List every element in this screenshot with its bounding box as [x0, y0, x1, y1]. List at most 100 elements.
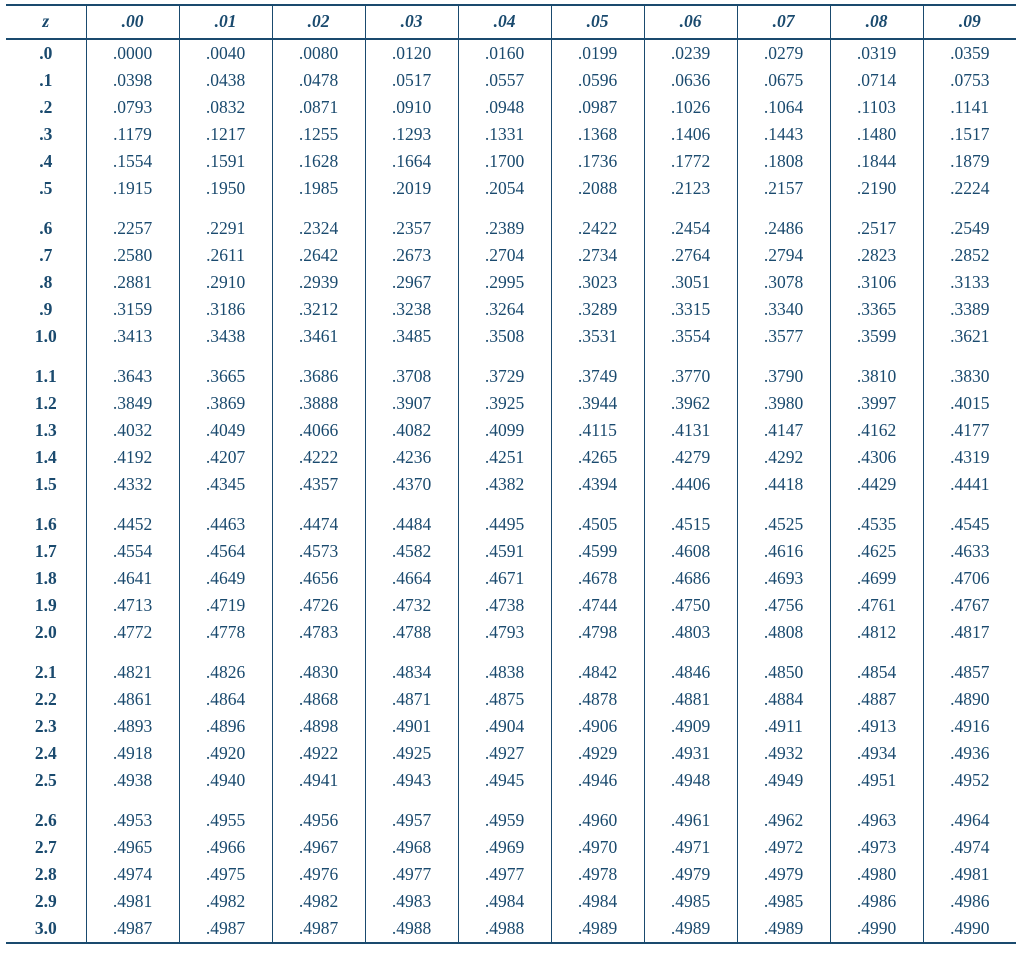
cell-value: .3729 [458, 363, 551, 390]
cell-value: .1591 [179, 148, 272, 175]
cell-value: .2157 [737, 175, 830, 215]
cell-value: .2642 [272, 242, 365, 269]
row-header-z: 1.7 [6, 538, 86, 565]
cell-value: .4952 [923, 767, 1016, 807]
cell-value: .1879 [923, 148, 1016, 175]
cell-value: .4918 [86, 740, 179, 767]
cell-value: .4788 [365, 619, 458, 659]
cell-value: .0398 [86, 67, 179, 94]
cell-value: .2823 [830, 242, 923, 269]
cell-value: .4965 [86, 834, 179, 861]
cell-value: .4591 [458, 538, 551, 565]
cell-value: .4938 [86, 767, 179, 807]
column-header: .00 [86, 5, 179, 39]
row-header-z: .5 [6, 175, 86, 215]
cell-value: .2123 [644, 175, 737, 215]
cell-value: .0160 [458, 39, 551, 67]
cell-value: .4956 [272, 807, 365, 834]
cell-value: .4671 [458, 565, 551, 592]
cell-value: .4920 [179, 740, 272, 767]
cell-value: .3531 [551, 323, 644, 363]
cell-value: .0793 [86, 94, 179, 121]
cell-value: .4834 [365, 659, 458, 686]
cell-value: .4842 [551, 659, 644, 686]
cell-value: .0596 [551, 67, 644, 94]
cell-value: .4983 [365, 888, 458, 915]
cell-value: .1517 [923, 121, 1016, 148]
cell-value: .4854 [830, 659, 923, 686]
cell-value: .3599 [830, 323, 923, 363]
cell-value: .4977 [365, 861, 458, 888]
cell-value: .4941 [272, 767, 365, 807]
row-header-z: 2.3 [6, 713, 86, 740]
cell-value: .3508 [458, 323, 551, 363]
cell-value: .4975 [179, 861, 272, 888]
cell-value: .3980 [737, 390, 830, 417]
cell-value: .4515 [644, 511, 737, 538]
cell-value: .4977 [458, 861, 551, 888]
cell-value: .4177 [923, 417, 1016, 444]
cell-value: .0517 [365, 67, 458, 94]
cell-value: .4032 [86, 417, 179, 444]
cell-value: .1179 [86, 121, 179, 148]
cell-value: .3238 [365, 296, 458, 323]
cell-value: .4484 [365, 511, 458, 538]
cell-value: .2291 [179, 215, 272, 242]
table-row: 1.2.3849.3869.3888.3907.3925.3944.3962.3… [6, 390, 1016, 417]
cell-value: .4966 [179, 834, 272, 861]
cell-value: .3770 [644, 363, 737, 390]
cell-value: .4945 [458, 767, 551, 807]
cell-value: .1772 [644, 148, 737, 175]
cell-value: .2454 [644, 215, 737, 242]
cell-value: .4554 [86, 538, 179, 565]
cell-value: .4963 [830, 807, 923, 834]
cell-value: .4968 [365, 834, 458, 861]
row-header-z: .7 [6, 242, 86, 269]
table-row: .5.1915.1950.1985.2019.2054.2088.2123.21… [6, 175, 1016, 215]
cell-value: .4292 [737, 444, 830, 471]
cell-value: .4738 [458, 592, 551, 619]
table-row: 1.5.4332.4345.4357.4370.4382.4394.4406.4… [6, 471, 1016, 511]
cell-value: .0239 [644, 39, 737, 67]
cell-value: .4772 [86, 619, 179, 659]
cell-value: .4936 [923, 740, 1016, 767]
cell-value: .0753 [923, 67, 1016, 94]
table-row: 1.3.4032.4049.4066.4082.4099.4115.4131.4… [6, 417, 1016, 444]
cell-value: .4732 [365, 592, 458, 619]
cell-value: .1628 [272, 148, 365, 175]
row-header-z: 2.1 [6, 659, 86, 686]
cell-value: .4222 [272, 444, 365, 471]
table-row: 2.9.4981.4982.4982.4983.4984.4984.4985.4… [6, 888, 1016, 915]
cell-value: .2764 [644, 242, 737, 269]
cell-value: .0279 [737, 39, 830, 67]
cell-value: .2088 [551, 175, 644, 215]
cell-value: .4463 [179, 511, 272, 538]
cell-value: .4974 [86, 861, 179, 888]
cell-value: .4452 [86, 511, 179, 538]
cell-value: .4713 [86, 592, 179, 619]
cell-value: .4961 [644, 807, 737, 834]
row-header-z: 1.2 [6, 390, 86, 417]
cell-value: .4987 [86, 915, 179, 943]
cell-value: .2224 [923, 175, 1016, 215]
cell-value: .4332 [86, 471, 179, 511]
cell-value: .3315 [644, 296, 737, 323]
cell-value: .4985 [737, 888, 830, 915]
cell-value: .4726 [272, 592, 365, 619]
cell-value: .4641 [86, 565, 179, 592]
column-header: .05 [551, 5, 644, 39]
cell-value: .0478 [272, 67, 365, 94]
cell-value: .4973 [830, 834, 923, 861]
cell-value: .1293 [365, 121, 458, 148]
cell-value: .4955 [179, 807, 272, 834]
cell-value: .2357 [365, 215, 458, 242]
cell-value: .4495 [458, 511, 551, 538]
cell-value: .1664 [365, 148, 458, 175]
cell-value: .1915 [86, 175, 179, 215]
cell-value: .0120 [365, 39, 458, 67]
cell-value: .0557 [458, 67, 551, 94]
cell-value: .3554 [644, 323, 737, 363]
cell-value: .4265 [551, 444, 644, 471]
cell-value: .2939 [272, 269, 365, 296]
cell-value: .4793 [458, 619, 551, 659]
